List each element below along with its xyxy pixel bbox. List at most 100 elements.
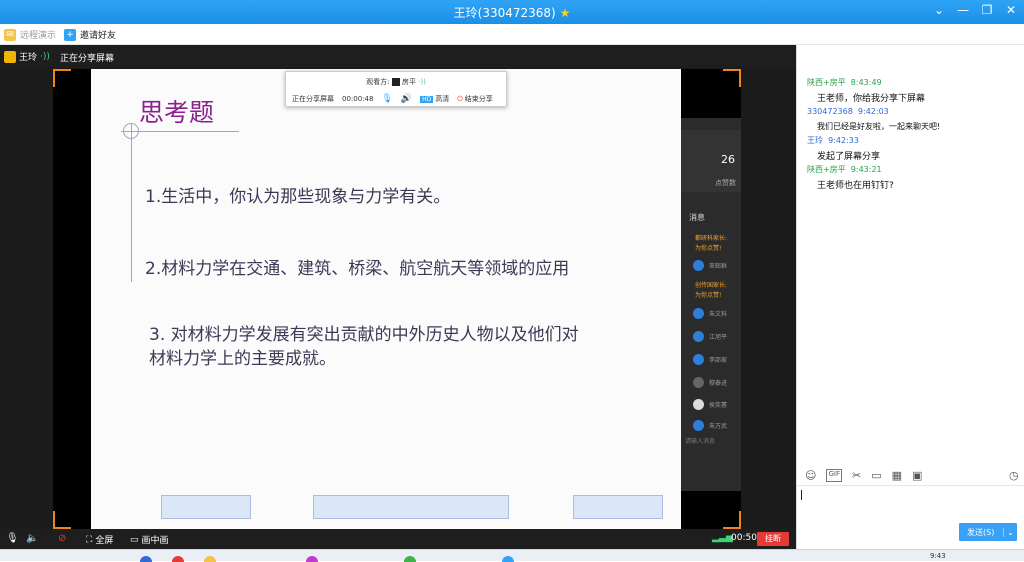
presenter: 王玲 ·))	[4, 50, 50, 63]
image-icon[interactable]: ▣	[912, 469, 922, 482]
window-title-text: 王玲(330472368)	[453, 6, 556, 20]
message-row: 李邵家	[693, 354, 727, 365]
slide-footer-box	[161, 495, 251, 519]
pip-label: 画中画	[141, 536, 169, 546]
taskbar-app-icon[interactable]	[172, 556, 184, 562]
messages-header: 消息	[689, 213, 705, 222]
signal-icon: ▂▃▅	[712, 533, 733, 543]
emoji-icon[interactable]: ☺	[805, 469, 816, 482]
end-share-button[interactable]: ⏻ 结束分享	[457, 94, 493, 104]
taskbar-app-icon[interactable]	[306, 556, 318, 562]
gif-icon[interactable]: GIF	[826, 469, 842, 482]
question-3-line1: 3. 对材料力学发展有突出贡献的中外历史人物以及他们对	[149, 325, 579, 345]
end-share-label: 结束分享	[464, 95, 493, 103]
quality-label: 高清	[435, 95, 450, 103]
message-row: 朱万武	[693, 420, 727, 431]
slide-vertical-rule	[131, 124, 132, 282]
message-row: 江旭平	[693, 331, 727, 342]
crosshair-decoration	[123, 123, 139, 139]
avatar	[693, 331, 704, 342]
camera-off-icon[interactable]: ⊘	[58, 533, 66, 544]
dropdown-icon[interactable]: ⌄	[932, 3, 946, 17]
taskbar-app-icon[interactable]	[204, 556, 216, 562]
message-row: 來邮群	[693, 260, 727, 271]
pip-icon: ▭	[130, 534, 139, 545]
folder-icon[interactable]: ▭	[871, 469, 881, 482]
sharing-label: 正在分享屏幕	[292, 95, 334, 103]
power-icon: ⏻	[457, 94, 463, 103]
message-row-name: 朱万武	[709, 423, 728, 430]
message-input-placeholder: 请输入消息	[685, 438, 716, 445]
minimize-button[interactable]: —	[956, 3, 970, 17]
viewer-label: 观看方:	[366, 78, 390, 86]
share-control-panel: 观看方: 房平 ·)) 正在分享屏幕 00:00:48 🎙 🔊 HD 高清 ⏻ …	[285, 71, 507, 107]
speaker-icon[interactable]: 🔊	[401, 94, 412, 104]
restore-button[interactable]: ❐	[980, 3, 994, 17]
message-row-name: 朱文科	[709, 311, 728, 318]
sharing-status: 正在分享屏幕	[60, 54, 115, 64]
chat-message-header: 330472368 9:42:03	[807, 107, 889, 116]
captured-message-panel: 26 点赞数 消息 都研科家长: 为你点赞! 來邮群 创传国家长: 为你点赞! …	[681, 118, 741, 491]
message-row-name: 江旭平	[709, 334, 728, 341]
star-icon: ★	[559, 6, 571, 20]
chat-message-text: 王老师也在用钉钉?	[817, 181, 894, 191]
message-org: 为你点赞!	[695, 292, 722, 299]
slide: 思考题 1.生活中，你认为那些现象与力学有关。 2.材料力学在交通、建筑、桥梁、…	[91, 69, 681, 529]
hangup-button[interactable]: 挂断	[757, 532, 789, 546]
chat-sender: 王玲	[807, 136, 823, 145]
question-3-line2: 材料力学上的主要成就。	[149, 349, 336, 369]
message-row: 侯奕蕙	[693, 399, 727, 410]
avatar	[693, 399, 704, 410]
history-icon[interactable]: ◷	[1009, 469, 1019, 482]
like-count-label: 点赞数	[715, 179, 736, 187]
shared-screen: 思考题 1.生活中，你认为那些现象与力学有关。 2.材料力学在交通、建筑、桥梁、…	[53, 69, 741, 529]
message-org: 创传国家长:	[695, 282, 728, 289]
taskbar-app-icon[interactable]	[140, 556, 152, 562]
clock: 9:43	[930, 552, 946, 560]
viewer-avatar	[391, 78, 400, 86]
chat-message-text: 我们已经是好友啦，一起来聊天吧!	[817, 122, 941, 131]
message-row-name: 來邮群	[709, 263, 728, 270]
quality-button[interactable]: HD 高清	[420, 94, 449, 104]
chevron-down-icon[interactable]: ⌄	[1003, 527, 1017, 537]
invite-friend-button[interactable]: + 邀请好友	[64, 28, 116, 41]
fullscreen-button[interactable]: ⛶ 全屏	[86, 533, 113, 547]
chat-message-header: 陕西+房平 9:43:21	[807, 164, 882, 175]
close-button[interactable]: ✕	[1004, 3, 1018, 17]
hd-badge: HD	[420, 95, 434, 103]
microphone-icon[interactable]: 🎙	[381, 94, 392, 104]
text-cursor	[801, 490, 802, 500]
pip-button[interactable]: ▭ 画中画	[130, 533, 169, 547]
secondary-toolbar: ✉ 远程演示 + 邀请好友	[0, 24, 1024, 45]
message-row: 朱文科	[693, 308, 727, 319]
fullscreen-icon: ⛶	[86, 534, 93, 545]
slide-footer-box	[313, 495, 509, 519]
speaking-icon: ·))	[418, 78, 426, 86]
viewer-name: 房平	[401, 78, 416, 86]
avatar	[693, 354, 704, 365]
chat-sender: 陕西+房平	[807, 165, 846, 174]
scissors-icon[interactable]: ✂	[852, 469, 861, 482]
taskbar-app-icon[interactable]	[502, 556, 514, 562]
call-duration: 00:50	[731, 533, 757, 543]
speaker-icon[interactable]: 🔈	[26, 533, 38, 544]
chat-message-header: 陕西+房平 8:43:49	[807, 77, 882, 88]
message-row-name: 侯奕蕙	[709, 402, 728, 409]
microphone-icon[interactable]: 🎙	[6, 533, 19, 544]
send-button[interactable]: 发送(S) ⌄	[959, 523, 1017, 541]
window-title: 王玲(330472368) ★	[0, 4, 1024, 21]
share-corner-marker	[53, 69, 71, 87]
avatar	[693, 260, 704, 271]
sticker-icon[interactable]: ▦	[892, 469, 902, 482]
chat-time: 8:43:49	[850, 78, 882, 87]
chat-message-text: 发起了屏幕分享	[817, 152, 881, 162]
share-corner-marker	[723, 511, 741, 529]
invite-label: 邀请好友	[80, 31, 117, 41]
taskbar-app-icon[interactable]	[404, 556, 416, 562]
remote-demo-icon: ✉	[4, 28, 16, 41]
chat-toolbar: ☺ GIF ✂ ▭ ▦ ▣	[805, 469, 922, 482]
remote-demo-button[interactable]: ✉ 远程演示	[4, 28, 56, 41]
presenter-name: 王玲	[19, 53, 38, 63]
chat-time: 9:42:33	[828, 136, 859, 145]
like-count: 26	[721, 153, 735, 166]
